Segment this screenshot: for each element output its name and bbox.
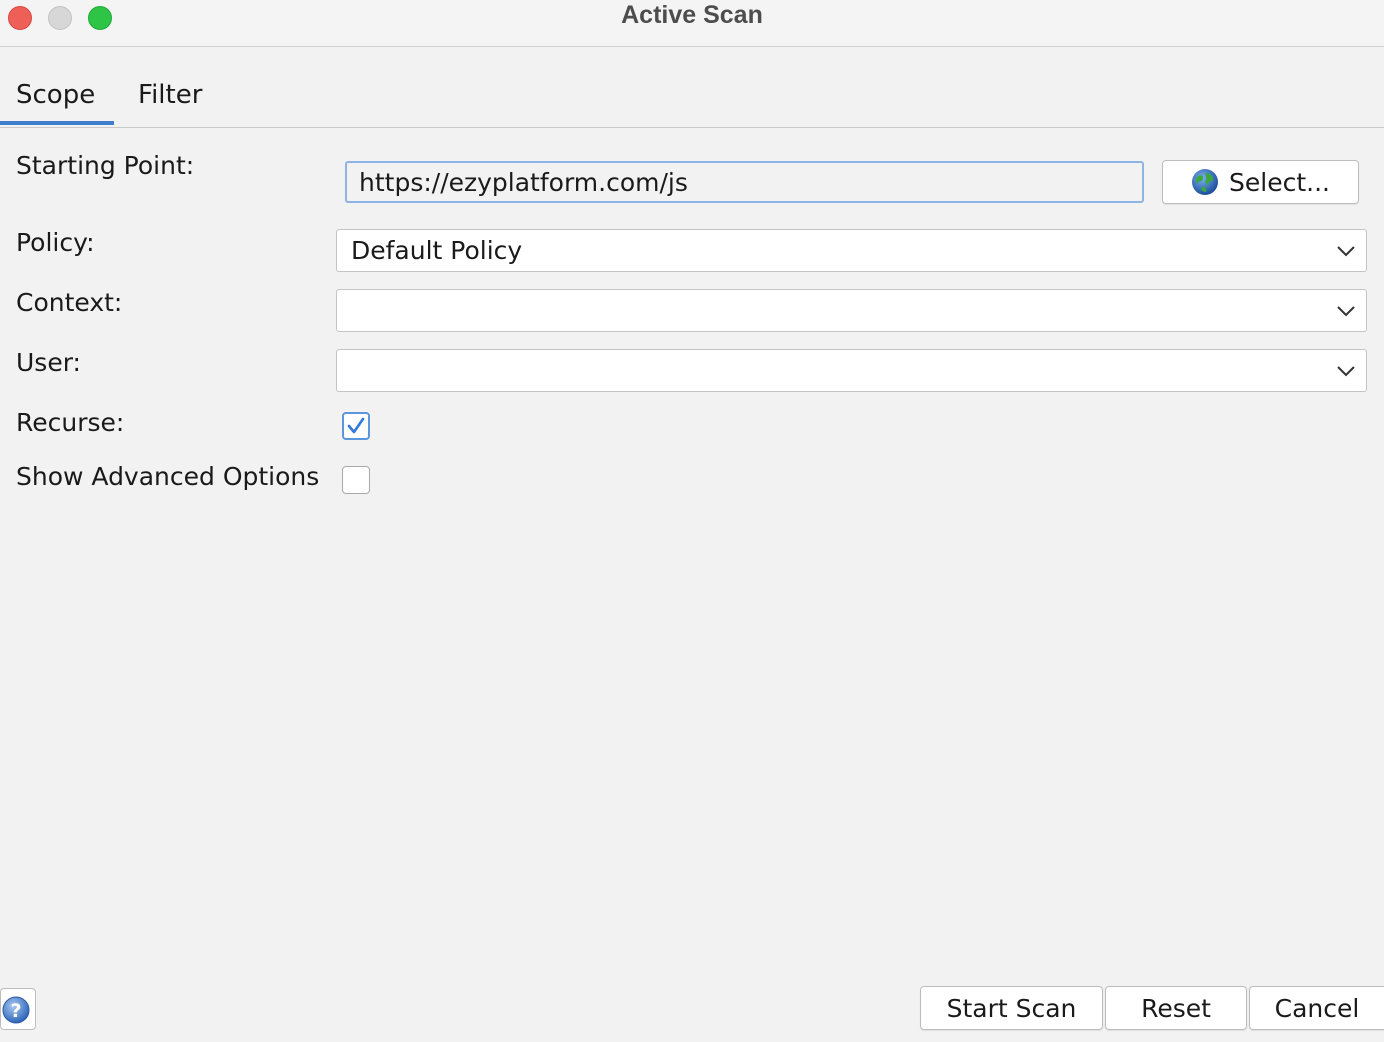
show-advanced-options-checkbox[interactable]	[342, 466, 370, 494]
tab-filter[interactable]: Filter	[138, 47, 228, 127]
recurse-label: Recurse:	[16, 408, 125, 437]
help-button[interactable]: ?	[0, 988, 36, 1030]
policy-dropdown[interactable]: Default Policy	[336, 229, 1367, 272]
title-bar: Active Scan	[0, 0, 1384, 47]
select-button-label: Select...	[1229, 167, 1330, 197]
starting-point-label: Starting Point:	[16, 151, 195, 180]
chevron-down-icon	[1337, 306, 1355, 317]
globe-icon	[1191, 168, 1219, 196]
tab-bar: Scope Filter	[0, 47, 1384, 128]
start-scan-button[interactable]: Start Scan	[920, 986, 1103, 1030]
svg-text:?: ?	[10, 1000, 21, 1022]
reset-button[interactable]: Reset	[1105, 986, 1247, 1030]
selected-tab-indicator	[0, 121, 114, 125]
policy-selected-value: Default Policy	[351, 236, 523, 265]
checkmark-icon	[347, 417, 365, 434]
chevron-down-icon	[1337, 366, 1355, 377]
cancel-button[interactable]: Cancel	[1249, 986, 1384, 1030]
tab-scope[interactable]: Scope	[0, 47, 114, 127]
recurse-checkbox[interactable]	[342, 412, 370, 440]
show-advanced-options-label: Show Advanced Options	[16, 462, 320, 491]
help-icon: ?	[2, 996, 30, 1024]
starting-point-input[interactable]	[345, 161, 1144, 203]
policy-label: Policy:	[16, 228, 95, 257]
window-title: Active Scan	[621, 1, 763, 29]
user-dropdown[interactable]	[336, 349, 1367, 392]
context-dropdown[interactable]	[336, 289, 1367, 332]
select-button[interactable]: Select...	[1162, 160, 1359, 204]
user-label: User:	[16, 348, 81, 377]
chevron-down-icon	[1337, 246, 1355, 257]
context-label: Context:	[16, 288, 123, 317]
